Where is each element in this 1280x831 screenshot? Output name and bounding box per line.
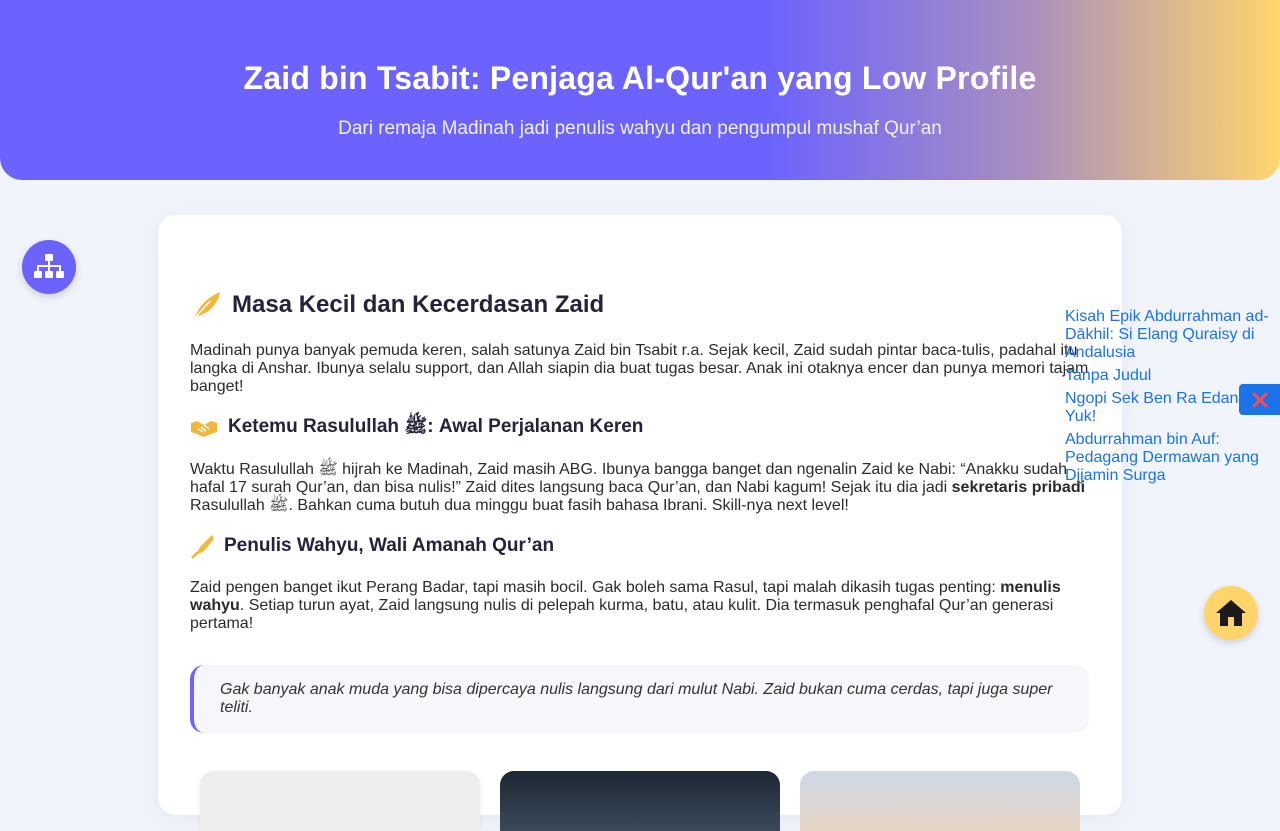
page-title: Zaid bin Tsabit: Penjaga Al-Qur'an yang …: [243, 60, 1037, 96]
home-button[interactable]: [1204, 586, 1258, 640]
gallery-thumbnail-3[interactable]: [800, 771, 1080, 831]
close-related-button[interactable]: [1239, 384, 1280, 415]
handshake-icon: [190, 417, 218, 439]
gallery-thumbnail-1[interactable]: [200, 771, 480, 831]
section-heading-masa-kecil: Masa Kecil dan Kecerdasan Zaid: [190, 289, 604, 321]
highlight-quote: Gak banyak anak muda yang bisa dipercaya…: [190, 665, 1089, 733]
section-heading-penulis-wahyu: Penulis Wahyu, Wali Amanah Qur’an: [190, 533, 554, 559]
feather-icon: [190, 289, 222, 321]
sitemap-button[interactable]: [22, 240, 76, 294]
section-heading-ketemu-rasul: Ketemu Rasulullah ﷺ: Awal Perjalanan Ker…: [190, 414, 643, 442]
sitemap-icon: [34, 254, 64, 278]
close-icon: [1252, 392, 1267, 407]
article-card: Masa Kecil dan Kecerdasan Zaid Madinah p…: [158, 215, 1122, 831]
pen-icon: [190, 533, 214, 559]
page-subtitle: Dari remaja Madinah jadi penulis wahyu d…: [338, 118, 942, 139]
related-link[interactable]: Kisah Epik Abdurrahman ad-Dākhil: Si Ela…: [1065, 308, 1270, 362]
section-body-masa-kecil: Madinah punya banyak pemuda keren, salah…: [190, 342, 1089, 395]
section-body-penulis-wahyu: Zaid pengen banget ikut Perang Badar, ta…: [190, 579, 1061, 632]
hero-header: Zaid bin Tsabit: Penjaga Al-Qur'an yang …: [0, 0, 1280, 180]
section-body-ketemu-rasul: Waktu Rasulullah ﷺ hijrah ke Madinah, Za…: [190, 461, 1086, 514]
home-icon: [1216, 600, 1246, 626]
related-link[interactable]: Abdurrahman bin Auf: Pedagang Dermawan y…: [1065, 431, 1270, 485]
related-link[interactable]: Tanpa Judul: [1065, 367, 1270, 385]
gallery-thumbnail-2[interactable]: [500, 771, 780, 831]
